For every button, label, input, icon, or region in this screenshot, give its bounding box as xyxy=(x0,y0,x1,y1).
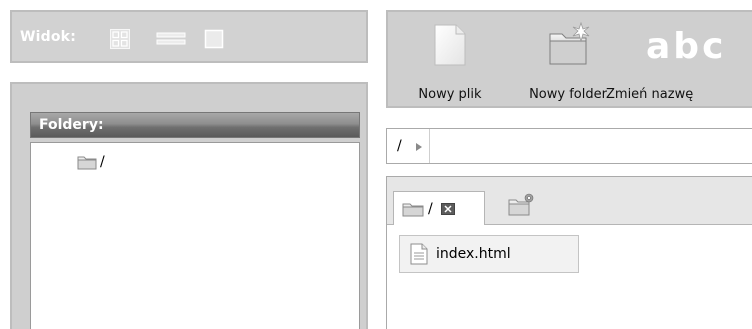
view-panel: Widok: xyxy=(10,10,368,63)
thumbnails-view-icon[interactable] xyxy=(110,29,130,49)
new-tab-folder-icon[interactable] xyxy=(507,191,537,217)
rename-label: Zmień nazwę xyxy=(606,87,694,102)
folder-icon xyxy=(402,203,424,216)
tab-strip: / xyxy=(387,177,752,225)
new-file-icon xyxy=(434,24,466,66)
new-folder-label: Nowy folder xyxy=(529,87,607,102)
folder-icon xyxy=(77,156,97,170)
file-name: index.html xyxy=(436,246,511,262)
folder-tree: / xyxy=(30,142,360,329)
rename-button[interactable]: abc Zmień nazwę xyxy=(606,12,728,108)
path-bar: / xyxy=(386,128,752,164)
path-arrow-icon[interactable] xyxy=(413,140,425,154)
folders-header: Foldery: xyxy=(30,112,360,138)
new-folder-button[interactable]: Nowy folder xyxy=(522,12,614,108)
folders-title: Foldery: xyxy=(39,117,104,133)
new-file-button[interactable]: Nowy plik xyxy=(412,12,488,108)
path-segment-root[interactable]: / xyxy=(397,138,402,154)
list-view-icon[interactable] xyxy=(156,29,186,49)
document-icon xyxy=(410,243,428,265)
toolbar: Nowy plik Nowy folder abc Zmień nazwę xyxy=(386,10,752,108)
file-manager: Widok: Foldery: / Nowy plik Nowy folder … xyxy=(0,0,752,329)
path-divider xyxy=(429,129,430,163)
view-label: Widok: xyxy=(20,29,76,45)
file-item-index-html[interactable]: index.html xyxy=(399,235,579,273)
single-view-icon[interactable] xyxy=(204,29,224,49)
tab-label: / xyxy=(428,200,433,217)
tree-item-root[interactable]: / xyxy=(77,153,105,171)
new-folder-icon xyxy=(549,22,590,65)
content-area: / index.html xyxy=(386,176,752,329)
folders-panel: Foldery: / xyxy=(10,82,368,329)
tree-item-label: / xyxy=(100,154,105,170)
new-file-label: Nowy plik xyxy=(418,87,482,102)
tab-root[interactable]: / xyxy=(393,191,485,225)
close-icon[interactable] xyxy=(440,202,455,215)
rename-icon: abc xyxy=(646,26,727,67)
